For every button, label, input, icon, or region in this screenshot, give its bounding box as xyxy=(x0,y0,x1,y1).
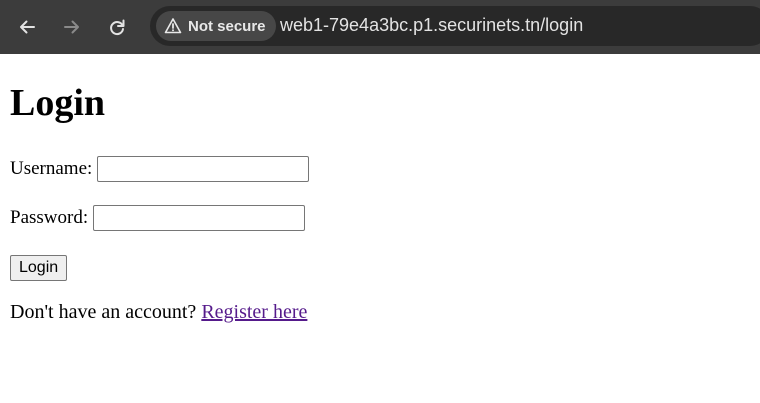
back-button[interactable] xyxy=(12,12,42,42)
page-title: Login xyxy=(10,82,106,124)
login-button[interactable]: Login xyxy=(10,255,68,281)
username-field[interactable] xyxy=(97,156,310,182)
reload-button[interactable] xyxy=(102,12,132,42)
arrow-left-icon xyxy=(17,17,37,37)
browser-toolbar: Not secure web1-79e4a3bc.p1.securinets.t… xyxy=(0,0,760,54)
url-text[interactable]: web1-79e4a3bc.p1.securinets.tn/login xyxy=(280,15,583,36)
username-row: Username: xyxy=(10,156,310,182)
address-bar[interactable]: Not secure web1-79e4a3bc.p1.securinets.t… xyxy=(150,6,760,46)
password-row: Password: xyxy=(10,205,306,231)
reload-icon xyxy=(107,17,127,37)
password-label: Password: xyxy=(10,207,89,228)
arrow-right-icon xyxy=(62,17,82,37)
register-prompt: Don't have an account? xyxy=(10,301,197,323)
register-link[interactable]: Register here xyxy=(201,301,307,323)
security-indicator[interactable]: Not secure xyxy=(156,11,276,41)
forward-button[interactable] xyxy=(57,12,87,42)
warning-triangle-icon xyxy=(164,17,182,35)
username-label: Username: xyxy=(10,158,93,179)
security-label: Not secure xyxy=(188,17,266,35)
register-prompt-row: Don't have an account? Register here xyxy=(10,301,307,324)
password-field[interactable] xyxy=(93,205,306,231)
